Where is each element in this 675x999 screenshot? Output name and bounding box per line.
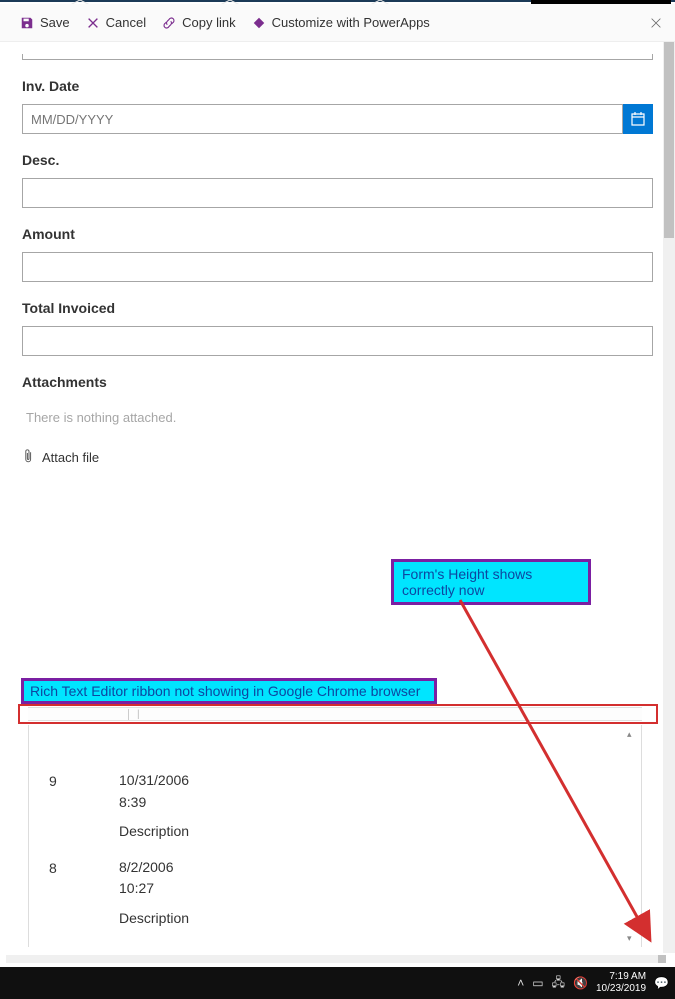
horizontal-scrollbar[interactable] — [6, 955, 666, 963]
scrollbar-thumb[interactable] — [658, 955, 666, 963]
list-item[interactable]: 8 8/2/2006 10:27 Description — [29, 850, 641, 937]
list-item[interactable]: 9 10/31/2006 8:39 Description — [29, 763, 641, 850]
list-item-date: 8/2/2006 — [119, 858, 189, 878]
list-item-number: 9 — [49, 771, 119, 842]
close-icon[interactable] — [649, 16, 663, 30]
taskbar-date: 10/23/2019 — [596, 983, 646, 995]
tray-notifications-icon[interactable]: 💬 — [654, 976, 669, 990]
inv-date-label: Inv. Date — [22, 78, 653, 94]
desc-input[interactable] — [22, 178, 653, 208]
cancel-button[interactable]: Cancel — [78, 15, 154, 30]
taskbar-clock[interactable]: 7:19 AM 10/23/2019 — [596, 971, 646, 995]
amount-label: Amount — [22, 226, 653, 242]
list-item-number: 8 — [49, 858, 119, 929]
annotation-form-height: Form's Height shows correctly now — [391, 559, 591, 605]
command-bar: Save Cancel Copy link Customize with Pow… — [0, 4, 675, 42]
total-invoiced-label: Total Invoiced — [22, 300, 653, 316]
tray-network-icon[interactable]: 🖧 — [552, 973, 565, 994]
tray-chevron-icon[interactable]: ˄ — [517, 976, 524, 990]
amount-input[interactable] — [22, 252, 653, 282]
list-item-time: 10:27 — [119, 879, 189, 899]
paperclip-icon — [22, 449, 36, 465]
scroll-up-icon[interactable]: ▴ — [627, 729, 637, 739]
tray-volume-icon[interactable]: 🔇 — [573, 976, 588, 990]
list-item-desc: Description — [119, 822, 189, 842]
attachments-empty-text: There is nothing attached. — [22, 400, 653, 435]
list-item-date: 10/31/2006 — [119, 771, 189, 791]
scrollbar-thumb[interactable] — [664, 38, 674, 238]
cancel-label: Cancel — [106, 15, 146, 30]
list-item-time: 8:39 — [119, 793, 189, 813]
total-invoiced-input[interactable] — [22, 326, 653, 356]
desc-label: Desc. — [22, 152, 653, 168]
list-item[interactable]: Assigned — [29, 937, 641, 947]
windows-taskbar: ˄ ▭ 🖧 🔇 7:19 AM 10/23/2019 💬 — [0, 967, 675, 999]
tray-battery-icon[interactable]: ▭ — [532, 976, 543, 990]
annotation-rte: Rich Text Editor ribbon not showing in G… — [21, 678, 437, 704]
calendar-icon — [630, 111, 646, 127]
highlight-box — [18, 704, 658, 724]
truncated-field — [22, 54, 653, 60]
copy-link-label: Copy link — [182, 15, 235, 30]
save-label: Save — [40, 15, 70, 30]
list-item-number — [49, 945, 119, 947]
inv-date-input[interactable] — [22, 104, 623, 134]
taskbar-time: 7:19 AM — [596, 971, 646, 983]
list-item-desc: Description — [119, 909, 189, 929]
attachments-label: Attachments — [22, 374, 653, 390]
scroll-down-icon[interactable]: ▾ — [627, 933, 637, 943]
save-button[interactable]: Save — [12, 15, 78, 30]
attach-file-label: Attach file — [42, 450, 99, 465]
date-picker-button[interactable] — [623, 104, 653, 134]
customize-label: Customize with PowerApps — [272, 15, 430, 30]
customize-button[interactable]: Customize with PowerApps — [244, 15, 438, 30]
vertical-scrollbar[interactable] — [663, 38, 675, 953]
attach-file-button[interactable]: Attach file — [22, 449, 653, 465]
copy-link-button[interactable]: Copy link — [154, 15, 243, 30]
form-panel: Inv. Date Desc. Amount Total Invoiced At… — [0, 42, 675, 465]
data-list: ▴ 9 10/31/2006 8:39 Description 8 8/2/20… — [28, 725, 642, 947]
